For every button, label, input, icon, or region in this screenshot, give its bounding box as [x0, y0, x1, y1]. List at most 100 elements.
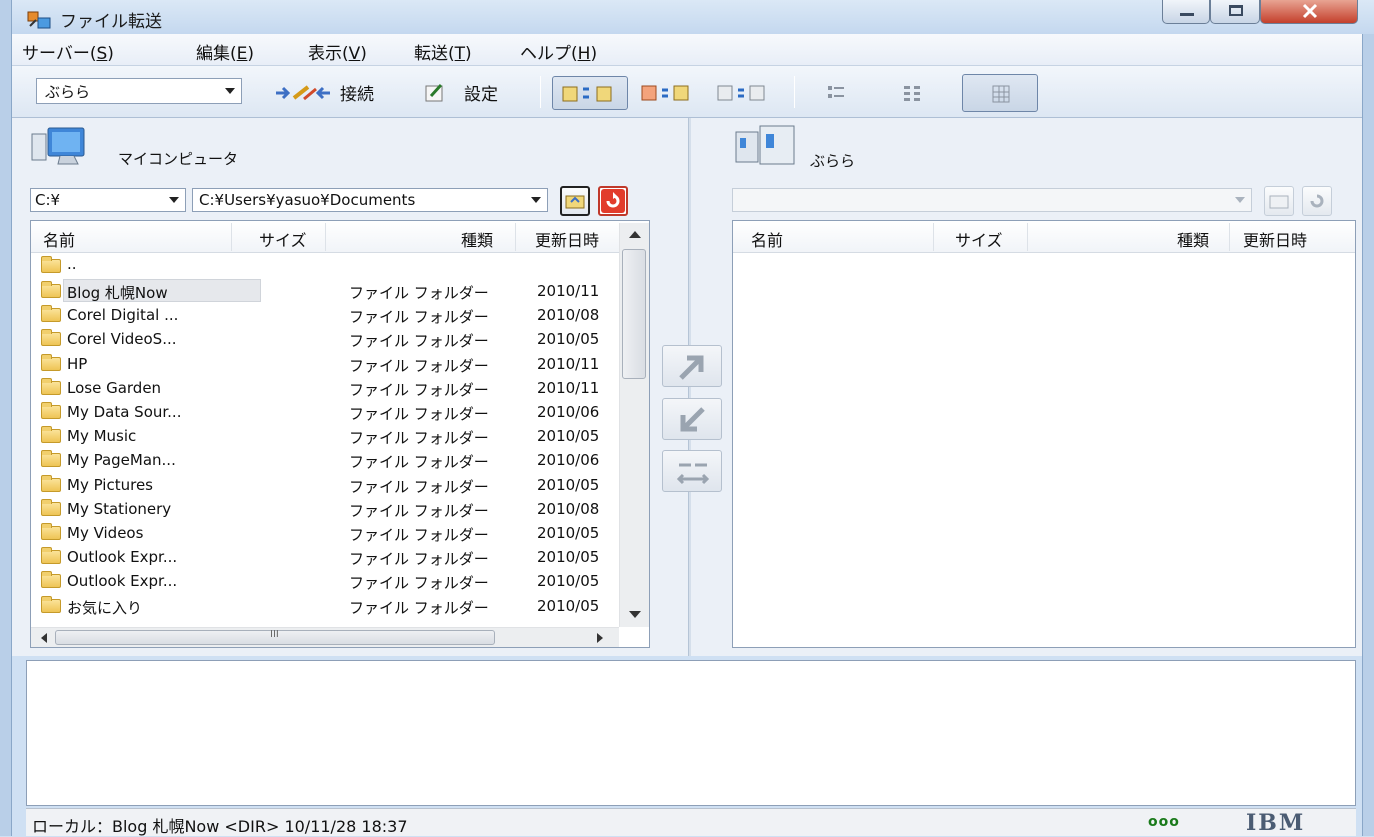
file-name: HP: [67, 354, 88, 373]
col-size[interactable]: サイズ: [259, 227, 307, 251]
file-date: 2010/05: [537, 524, 600, 542]
table-row[interactable]: My PageMan... ファイル フォルダー 2010/06: [31, 448, 616, 472]
folder-icon: [41, 498, 61, 516]
upload-button[interactable]: [662, 345, 722, 387]
local-hscroll-thumb[interactable]: III: [55, 629, 495, 645]
file-date: 2010/05: [537, 427, 600, 446]
file-type: ファイル フォルダー: [349, 405, 489, 423]
hscroll-grip: III: [270, 629, 279, 640]
swap-icon: [676, 463, 710, 485]
local-horizontal-scrollbar[interactable]: III: [31, 627, 619, 647]
parent-folder-row[interactable]: ..: [31, 255, 616, 279]
view-mode-2-button[interactable]: [638, 76, 704, 110]
file-name: My PageMan...: [67, 451, 176, 470]
remote-path-select[interactable]: [732, 188, 1252, 212]
file-name: My Pictures: [67, 475, 153, 494]
table-row[interactable]: お気に入り ファイル フォルダー 2010/05: [31, 594, 616, 618]
drive-select[interactable]: C:¥: [30, 188, 186, 212]
download-button[interactable]: [662, 398, 722, 440]
remote-file-list[interactable]: 名前 サイズ 種類 更新日時: [732, 220, 1356, 648]
window-title: ファイル転送: [60, 12, 162, 32]
table-row[interactable]: Blog 札幌Now ファイル フォルダー 2010/11: [31, 279, 616, 303]
table-row[interactable]: My Stationery ファイル フォルダー 2010/08: [31, 497, 616, 521]
file-type: ファイル フォルダー: [349, 477, 489, 496]
file-name: My Videos: [67, 524, 144, 542]
arrow-down-left-icon: [680, 407, 705, 432]
table-row[interactable]: My Music ファイル フォルダー 2010/05: [31, 424, 616, 448]
connect-button[interactable]: 接続: [274, 80, 374, 105]
col-size[interactable]: サイズ: [955, 227, 1003, 251]
close-button[interactable]: [1260, 0, 1358, 24]
sync-right-icon: [717, 85, 765, 101]
remote-parent-folder-button[interactable]: [1264, 186, 1294, 216]
local-file-list[interactable]: 名前 サイズ 種類 更新日時 .. Blog 札幌Now ファイル フォルダー 20…: [30, 220, 650, 648]
menu-server[interactable]: サーバー(S): [22, 39, 114, 64]
remote-pane-title: ぶらら: [810, 152, 856, 170]
file-type: ファイル フォルダー: [349, 332, 489, 351]
table-row[interactable]: Corel VideoS... ファイル フォルダー 2010/05: [31, 327, 616, 351]
file-name: My Stationery: [67, 499, 172, 518]
local-vertical-scrollbar[interactable]: [619, 223, 649, 627]
table-row[interactable]: Outlook Expr... ファイル フォルダー 2010/05: [31, 569, 616, 593]
col-name[interactable]: 名前: [751, 227, 783, 251]
chevron-down-icon: [169, 197, 179, 203]
menu-view[interactable]: 表示(V): [308, 39, 367, 64]
detail-view-button[interactable]: [896, 76, 934, 110]
table-row[interactable]: My Videos ファイル フォルダー 2010/05: [31, 521, 616, 545]
scroll-down-icon[interactable]: [629, 611, 641, 618]
table-icon: [992, 85, 1010, 103]
menu-edit[interactable]: 編集(E): [196, 39, 254, 64]
log-pane[interactable]: [26, 660, 1356, 806]
col-date[interactable]: 更新日時: [535, 227, 599, 251]
menu-help[interactable]: ヘルプ(H): [520, 39, 597, 64]
menu-transfer[interactable]: 転送(T): [414, 39, 472, 64]
folder-icon: [41, 377, 61, 395]
file-date: 2010/05: [537, 330, 600, 349]
file-name: Lose Garden: [67, 378, 162, 397]
table-row[interactable]: HP ファイル フォルダー 2010/11: [31, 352, 616, 376]
table-view-button[interactable]: [962, 74, 1038, 112]
local-path-select[interactable]: C:¥Users¥yasuo¥Documents: [192, 188, 548, 212]
server-select-value: ぶらら: [45, 83, 91, 101]
col-type[interactable]: 種類: [1177, 227, 1209, 251]
table-row[interactable]: My Data Sour... ファイル フォルダー 2010/06: [31, 400, 616, 424]
file-date: 2010/11: [537, 354, 600, 373]
server-select[interactable]: ぶらら: [36, 78, 242, 104]
arrow-up-right-icon: [679, 355, 704, 380]
file-date: 2010/08: [537, 499, 600, 518]
list-view-button[interactable]: [820, 76, 858, 110]
local-path-value: C:¥Users¥yasuo¥Documents: [199, 191, 416, 209]
scroll-up-icon[interactable]: [629, 231, 641, 238]
view-mode-3-button[interactable]: [714, 76, 780, 110]
file-type: ファイル フォルダー: [349, 284, 489, 302]
file-name: Blog 札幌Now: [67, 284, 168, 302]
local-refresh-button[interactable]: [598, 186, 628, 216]
status-text: ローカル：Blog 札幌Now <DIR> 10/11/28 18:37: [32, 817, 408, 836]
table-row[interactable]: Corel Digital ... ファイル フォルダー 2010/08: [31, 303, 616, 327]
local-vscroll-thumb[interactable]: [622, 249, 646, 379]
table-row[interactable]: Lose Garden ファイル フォルダー 2010/11: [31, 376, 616, 400]
view-mode-1-button[interactable]: [552, 76, 628, 110]
table-row[interactable]: My Pictures ファイル フォルダー 2010/05: [31, 473, 616, 497]
remote-refresh-button[interactable]: [1302, 186, 1332, 216]
sync-left-icon: [641, 85, 689, 101]
maximize-button[interactable]: [1210, 0, 1260, 24]
scroll-left-icon[interactable]: [41, 633, 47, 643]
col-date[interactable]: 更新日時: [1243, 227, 1307, 251]
sync-button[interactable]: [662, 450, 722, 492]
connection-indicator: ooo: [1148, 814, 1180, 830]
settings-button[interactable]: 設定: [424, 80, 498, 105]
file-date: 2010/05: [537, 475, 600, 494]
col-name[interactable]: 名前: [43, 227, 75, 251]
scroll-right-icon[interactable]: [597, 633, 603, 643]
parent-folder-label: ..: [67, 255, 77, 273]
file-name: My Music: [67, 427, 137, 446]
grid-icon: [904, 86, 920, 101]
local-parent-folder-button[interactable]: [560, 186, 590, 216]
minimize-button[interactable]: [1162, 0, 1210, 24]
menu-bar: サーバー(S) 編集(E) 表示(V) 転送(T) ヘルプ(H): [12, 34, 1362, 66]
col-type[interactable]: 種類: [461, 227, 493, 251]
table-row[interactable]: Outlook Expr... ファイル フォルダー 2010/05: [31, 545, 616, 569]
file-name: My Data Sour...: [67, 403, 182, 421]
file-date: 2010/05: [537, 548, 600, 567]
